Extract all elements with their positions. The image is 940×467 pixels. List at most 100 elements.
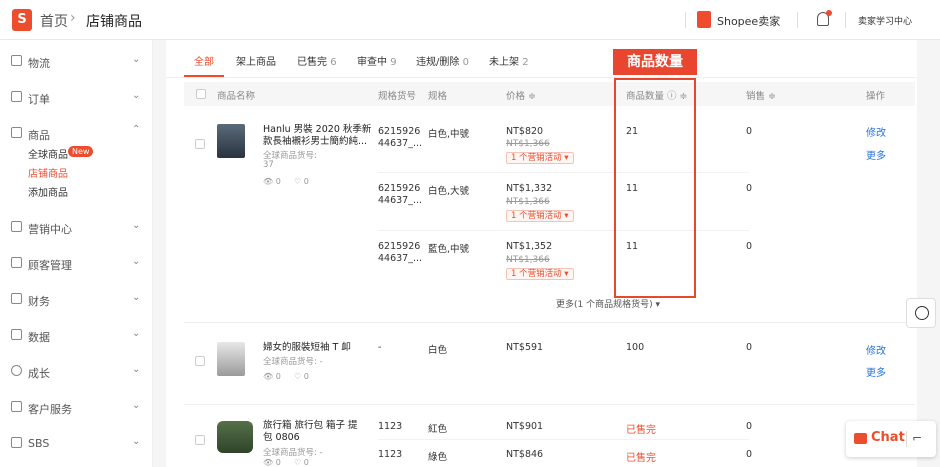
more-link[interactable]: 更多 xyxy=(866,364,886,379)
chat-label[interactable]: Chat xyxy=(871,430,905,445)
eye-icon: 👁 xyxy=(263,458,274,467)
chevron-down-icon: ⌄ xyxy=(132,436,141,447)
minimize-icon[interactable]: ⌐ xyxy=(912,431,922,445)
row-divider xyxy=(184,322,915,323)
shopee-logo-icon[interactable]: S xyxy=(12,9,32,31)
global-sku-label: 全球商品货号: - xyxy=(263,448,323,458)
help-float-button[interactable] xyxy=(906,298,936,328)
callout-label: 商品数量 xyxy=(613,49,697,75)
sidebar: 物流 ⌄ 订单 ⌄ 商品 ⌃ 全球商品 店铺商品 添加商品 营销中心 ⌄ 顾客管… xyxy=(0,40,153,467)
product-name-line[interactable]: Hanlu 男裝 2020 秋季新 xyxy=(263,124,371,136)
variant-sales: 0 xyxy=(746,449,753,460)
sidebar-sub-add-product[interactable]: 添加商品 xyxy=(28,184,68,199)
row-checkbox[interactable] xyxy=(195,139,205,149)
product-thumbnail[interactable] xyxy=(217,421,253,453)
chevron-down-icon: ⌄ xyxy=(132,400,141,411)
tab-all[interactable]: 全部 xyxy=(194,53,214,68)
variant-sales: 0 xyxy=(746,241,753,252)
sidebar-item-finance[interactable]: 财务 ⌄ xyxy=(0,290,153,310)
chevron-down-icon: ⌄ xyxy=(132,292,141,303)
sidebar-item-marketing[interactable]: 营销中心 ⌄ xyxy=(0,218,153,238)
variant-sales: 0 xyxy=(746,421,753,432)
chevron-up-icon: ⌃ xyxy=(132,124,141,135)
active-tab-indicator xyxy=(184,75,224,77)
sidebar-item-label: 成长 xyxy=(28,367,50,380)
breadcrumb-home[interactable]: 首页 xyxy=(40,11,68,31)
tag-icon xyxy=(11,221,22,232)
sidebar-item-customer-service[interactable]: 客户服务 ⌄ xyxy=(0,398,153,418)
sidebar-item-logistics[interactable]: 物流 ⌄ xyxy=(0,52,153,72)
sidebar-item-customers[interactable]: 顾客管理 ⌄ xyxy=(0,254,153,274)
more-variants-toggle[interactable]: 更多(1 个商品规格货号) ▾ xyxy=(556,297,660,310)
main-panel: 全部 架上商品 已售完 6 审查中 9 违规/删除 0 未上架 2 商品名称 规… xyxy=(166,40,917,467)
divider xyxy=(845,12,846,28)
chevron-down-icon: ⌄ xyxy=(132,364,141,375)
chevron-down-icon: ⌄ xyxy=(132,54,141,65)
variant-sku: 44637_... xyxy=(378,195,423,206)
product-name-line[interactable]: 旅行箱 旅行包 箱子 提 xyxy=(263,420,358,432)
global-sku-label: 全球商品货号: - xyxy=(263,357,323,367)
view-count: 👁 0 xyxy=(263,177,281,186)
more-link[interactable]: 更多 xyxy=(866,147,886,162)
variant-sku: 6215926 xyxy=(378,183,421,194)
variant-sales: 0 xyxy=(746,342,753,353)
variant-spec: 白色,中號 xyxy=(428,129,470,140)
sidebar-item-label: 物流 xyxy=(28,57,50,70)
seller-brand[interactable]: Shopee卖家 xyxy=(717,13,780,29)
row-checkbox[interactable] xyxy=(195,435,205,445)
edit-link[interactable]: 修改 xyxy=(866,342,886,357)
variant-spec: 藍色,中號 xyxy=(428,244,470,255)
tab-live[interactable]: 架上商品 xyxy=(236,53,276,68)
divider xyxy=(685,12,686,28)
box-icon xyxy=(11,437,22,448)
tab-reviewing[interactable]: 审查中 9 xyxy=(357,53,397,68)
th-sales[interactable]: 销售 ≑ xyxy=(746,88,776,102)
product-thumbnail[interactable] xyxy=(217,124,245,158)
divider xyxy=(797,12,798,28)
variant-original-price: NT$1,366 xyxy=(506,197,550,207)
chevron-down-icon: ⌄ xyxy=(132,256,141,267)
tab-sold-out[interactable]: 已售完 6 xyxy=(297,53,337,68)
sidebar-item-products[interactable]: 商品 ⌃ xyxy=(0,124,153,144)
product-name-line[interactable]: 款長袖襯衫男士簡約純... xyxy=(263,136,367,148)
user-icon xyxy=(11,257,22,268)
edit-link[interactable]: 修改 xyxy=(866,124,886,139)
sidebar-sub-shop-products[interactable]: 店铺商品 xyxy=(28,165,68,180)
variant-sku: 1123 xyxy=(378,449,403,460)
chat-widget[interactable]: Chat ⌐ xyxy=(846,421,936,457)
heart-icon: ♡ xyxy=(294,372,302,381)
table-header: 商品名称 规格货号 规格 价格 ≑ 商品数量 ⓘ ≑ 销售 ≑ 操作 xyxy=(184,82,915,106)
variant-sales: 0 xyxy=(746,126,753,137)
learning-center-link[interactable]: 卖家学习中心 xyxy=(858,14,912,27)
heart-icon: ♡ xyxy=(294,177,302,186)
sidebar-item-orders[interactable]: 订单 ⌄ xyxy=(0,88,153,108)
th-price[interactable]: 价格 ≑ xyxy=(506,88,536,102)
variant-original-price: NT$1,366 xyxy=(506,255,550,265)
tab-violation[interactable]: 违规/删除 0 xyxy=(416,53,469,68)
promo-dropdown[interactable]: 1 个营销活动 ▾ xyxy=(506,210,574,222)
product-name-line[interactable]: 包 0806 xyxy=(263,432,300,444)
sidebar-sub-global-products[interactable]: 全球商品 xyxy=(28,146,68,161)
row-checkbox[interactable] xyxy=(195,356,205,366)
variant-price: NT$1,352 xyxy=(506,241,553,252)
truck-icon xyxy=(11,55,22,66)
select-all-checkbox[interactable] xyxy=(196,89,206,99)
promo-dropdown[interactable]: 1 个营销活动 ▾ xyxy=(506,152,574,164)
variant-original-price: NT$1,366 xyxy=(506,139,550,149)
sidebar-item-data[interactable]: 数据 ⌄ xyxy=(0,326,153,346)
divider xyxy=(906,431,907,447)
sidebar-item-growth[interactable]: 成长 ⌄ xyxy=(0,362,153,382)
variant-sku: - xyxy=(378,342,382,353)
tab-unlisted[interactable]: 未上架 2 xyxy=(489,53,529,68)
row-divider xyxy=(184,404,915,405)
sidebar-item-sbs[interactable]: SBS ⌄ xyxy=(0,434,153,454)
product-thumbnail[interactable] xyxy=(217,342,245,376)
promo-dropdown[interactable]: 1 个营销活动 ▾ xyxy=(506,268,574,280)
variant-divider xyxy=(378,439,749,440)
product-name-line[interactable]: 婦女的服裝短袖 T 卹 xyxy=(263,342,351,354)
variant-stock: 100 xyxy=(626,342,645,353)
variant-sku: 6215926 xyxy=(378,126,421,137)
sidebar-item-label: 顾客管理 xyxy=(28,259,72,272)
th-ops: 操作 xyxy=(866,91,886,102)
view-count: 👁 0 xyxy=(263,458,281,467)
